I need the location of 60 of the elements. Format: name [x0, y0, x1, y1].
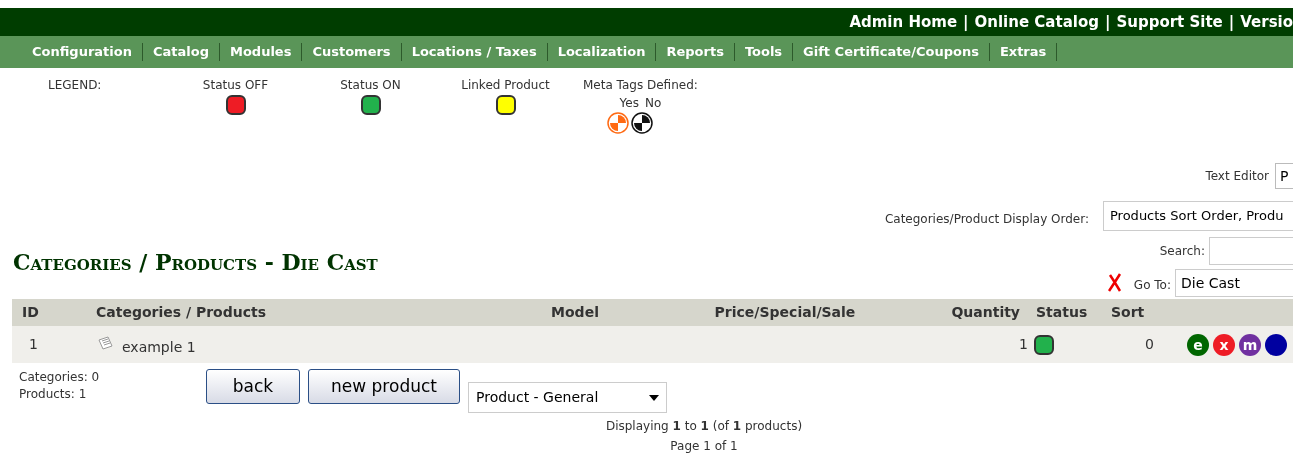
count-text: Categories: 0 [19, 369, 101, 386]
text-editor-label: Text Editor [1205, 168, 1269, 185]
legend-label: Status OFF [202, 77, 269, 94]
clear-icon[interactable] [1107, 273, 1122, 293]
top-link[interactable]: Support Site [1116, 10, 1223, 34]
column-header: Price/Special/Sale [714, 303, 856, 322]
page-number-text: Page 1 of 1 [670, 438, 738, 455]
action-icon[interactable]: x [1213, 333, 1235, 356]
separator: | [963, 11, 969, 33]
nav-link[interactable]: Reports [656, 43, 735, 61]
nav-link[interactable]: Locations / Taxes [401, 43, 548, 61]
nav-link[interactable]: Gift Certificate/Coupons [793, 43, 990, 61]
top-link[interactable]: Admin Home [849, 10, 958, 34]
action-icon[interactable] [1265, 333, 1287, 356]
legend-label: LEGEND: [48, 77, 103, 94]
action-icon[interactable]: m [1239, 333, 1261, 356]
nav-link[interactable]: Catalog [142, 43, 220, 61]
column-header: Model [551, 303, 599, 322]
column-header: Status [1035, 303, 1088, 322]
pagination-text: Displaying 1 to 1 (of 1 products) [605, 418, 803, 435]
table-row[interactable]: 1 example 1 1 0 e x m [12, 326, 1293, 363]
top-link[interactable]: Online Catalog [974, 10, 1099, 34]
column-header: Categories / Products [95, 303, 268, 322]
meta-undefined-icon [631, 112, 654, 134]
column-header: Quantity [951, 303, 1021, 322]
action-button[interactable]: new product [308, 369, 460, 404]
count-text: Products: 1 [19, 386, 88, 403]
action-button[interactable]: back [206, 369, 300, 404]
column-header: ID [21, 303, 40, 322]
display-order-select[interactable]: Products Sort Order, Produ [1103, 201, 1293, 231]
nav-link[interactable]: Customers [302, 43, 402, 61]
meta-defined-icon [607, 112, 630, 134]
display-order-label: Categories/Product Display Order: [884, 210, 1089, 228]
product-name[interactable]: example 1 [122, 337, 196, 358]
legend-label: Linked Product [461, 77, 550, 94]
nav-link[interactable]: Tools [734, 43, 794, 61]
nav-link[interactable]: Modules [219, 43, 303, 61]
action-icon[interactable]: e [1187, 333, 1209, 356]
table-cell-text: 1 [1019, 335, 1029, 354]
nav-link[interactable]: Extras [989, 43, 1058, 61]
separator: | [1228, 11, 1235, 33]
search-field[interactable] [1209, 237, 1293, 265]
table-cell-text: 1 [29, 335, 38, 354]
text-editor-select[interactable]: P [1275, 163, 1293, 189]
legend-label: No [644, 95, 662, 112]
goto-select[interactable]: Die Cast [1175, 269, 1293, 297]
page-heading: Categories / Products - Die Cast [13, 248, 378, 277]
legend-label: Yes [619, 95, 639, 112]
legend-label: Status ON [340, 77, 401, 94]
column-header: Sort [1110, 303, 1145, 322]
product-type-select[interactable]: Product - General [468, 382, 667, 413]
nav-link[interactable]: Localization [547, 43, 657, 61]
separator: | [1104, 11, 1111, 33]
top-link[interactable]: Versio [1240, 10, 1293, 34]
goto-label: Go To: [1133, 277, 1171, 294]
search-label: Search: [1159, 243, 1205, 260]
nav-link[interactable]: Configuration [22, 43, 143, 61]
dropdown-arrow-icon [649, 394, 659, 401]
legend-label: Meta Tags Defined: [583, 77, 698, 94]
table-cell-text: 0 [1145, 335, 1155, 354]
